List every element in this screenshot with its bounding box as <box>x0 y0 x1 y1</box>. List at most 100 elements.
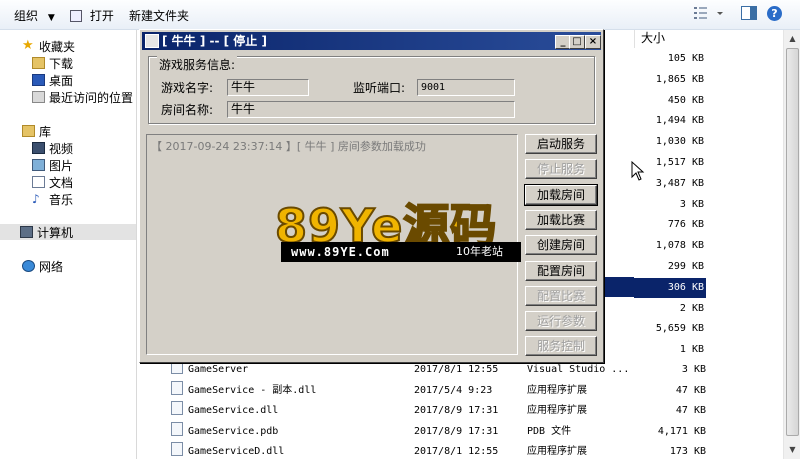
size-cell[interactable]: 3 KB <box>634 195 706 215</box>
organize-button[interactable]: 组织 ▼ <box>14 7 55 24</box>
file-row[interactable]: GameService.dll 2017/8/9 17:31 应用程序扩展 47 KB <box>167 401 707 421</box>
open-label: 打开 <box>89 9 114 23</box>
configure-room-button[interactable]: 配置房间 <box>525 260 597 281</box>
nav-desktop-label: 桌面 <box>49 73 74 88</box>
file-type: PDB 文件 <box>527 425 572 437</box>
file-icon <box>171 421 183 436</box>
documents-icon <box>32 176 45 188</box>
scroll-thumb[interactable] <box>786 48 799 436</box>
nav-computer[interactable]: 计算机 <box>0 224 136 240</box>
open-button[interactable]: 打开 <box>70 7 114 24</box>
configure-match-button[interactable]: 配置比赛 <box>525 285 597 306</box>
size-cell-selected[interactable]: 306 KB <box>634 277 706 298</box>
watermark-url: www.89YE.Com <box>291 245 390 259</box>
file-size: 3 KB <box>681 364 706 375</box>
file-date: 2017/8/1 12:55 <box>414 364 499 375</box>
dialog-titlebar[interactable]: [ 牛牛 ] -- [ 停止 ] _ □ × <box>142 32 601 50</box>
runtime-params-button[interactable]: 运行参数 <box>525 311 597 332</box>
file-date: 2017/8/1 12:55 <box>414 446 499 457</box>
watermark-tagline: 10年老站 <box>456 245 503 258</box>
size-cell[interactable]: 450 KB <box>634 91 706 111</box>
nav-libraries-label: 库 <box>39 124 52 139</box>
start-service-button[interactable]: 启动服务 <box>525 134 597 154</box>
nav-libraries[interactable]: 库 <box>22 123 51 139</box>
close-button[interactable]: × <box>585 35 601 49</box>
new-folder-button[interactable]: 新建文件夹 <box>129 7 189 24</box>
watermark-logo: 89Ye源码 www.89YE.Com 10年老站 <box>274 190 525 266</box>
scroll-up-icon[interactable]: ▲ <box>785 31 800 46</box>
size-cell[interactable]: 1,865 KB <box>634 70 706 90</box>
port-label: 监听端口: <box>353 81 406 95</box>
nav-favorites-label: 收藏夹 <box>39 39 76 54</box>
file-name: GameService.pdb <box>188 425 279 437</box>
size-cell[interactable]: 1,030 KB <box>634 132 706 152</box>
size-cell[interactable]: 5,659 KB <box>634 319 706 339</box>
load-room-button[interactable]: 加载房间 <box>524 183 598 206</box>
file-type: 应用程序扩展 <box>527 384 587 396</box>
column-header-size[interactable]: 大小 <box>634 30 784 48</box>
chevron-down-icon: ▼ <box>47 13 55 23</box>
nav-pictures-label: 图片 <box>49 158 74 173</box>
nav-pictures[interactable]: 图片 <box>32 157 73 173</box>
nav-downloads-label: 下载 <box>49 56 74 71</box>
vertical-scrollbar[interactable]: ▲ ▼ <box>783 30 800 459</box>
create-room-button[interactable]: 创建房间 <box>525 235 597 256</box>
nav-music[interactable]: ♪ 音乐 <box>32 191 73 207</box>
file-icon <box>171 442 183 456</box>
service-control-button[interactable]: 服务控制 <box>525 336 597 357</box>
nav-favorites[interactable]: ★ 收藏夹 <box>22 38 75 54</box>
file-row[interactable]: GameServiceD.dll 2017/8/1 12:55 应用程序扩展 173 … <box>167 442 707 459</box>
nav-music-label: 音乐 <box>49 192 74 207</box>
nav-network[interactable]: 网络 <box>22 258 63 274</box>
preview-pane-icon[interactable] <box>741 6 759 22</box>
group-title: 游戏服务信息: <box>157 56 238 73</box>
size-cell[interactable]: 1,494 KB <box>634 111 706 131</box>
view-options-icon[interactable] <box>693 6 711 22</box>
nav-downloads[interactable]: 下载 <box>32 55 73 71</box>
size-cell[interactable]: 105 KB <box>634 49 706 69</box>
nav-documents[interactable]: 文档 <box>32 174 73 190</box>
maximize-button[interactable]: □ <box>569 35 585 49</box>
file-icon <box>171 401 183 415</box>
size-cell[interactable]: 2 KB <box>634 299 706 319</box>
video-icon <box>32 142 45 154</box>
file-name: GameService - 副本.dll <box>188 384 317 396</box>
nav-recent[interactable]: 最近访问的位置 <box>32 89 133 105</box>
size-cell[interactable]: 776 KB <box>634 215 706 235</box>
scroll-down-icon[interactable]: ▼ <box>785 442 800 457</box>
file-date: 2017/8/9 17:31 <box>414 405 499 416</box>
file-name: GameServer <box>188 364 249 375</box>
view-dropdown-icon[interactable] <box>715 6 733 22</box>
service-info-group: 游戏服务信息: 游戏名字: 牛牛 监听端口: 9001 房间名称: 牛牛 <box>148 56 595 124</box>
size-cell[interactable]: 1 KB <box>634 340 706 360</box>
mouse-cursor-icon <box>631 161 645 181</box>
file-date: 2017/8/9 17:31 <box>414 425 499 437</box>
size-cell[interactable]: 299 KB <box>634 257 706 277</box>
size-cell[interactable]: 1,078 KB <box>634 236 706 256</box>
game-name-label: 游戏名字: <box>161 81 214 95</box>
help-glyph: ? <box>767 6 782 21</box>
computer-icon <box>20 226 33 238</box>
file-name: GameServiceD.dll <box>188 446 285 457</box>
file-row[interactable]: GameService.pdb 2017/8/9 17:31 PDB 文件 4,171… <box>167 421 707 442</box>
room-name-label: 房间名称: <box>161 103 214 117</box>
nav-recent-label: 最近访问的位置 <box>49 90 134 105</box>
help-icon[interactable]: ? <box>767 6 785 22</box>
pictures-icon <box>32 159 45 171</box>
nav-videos[interactable]: 视频 <box>32 140 73 156</box>
desktop-icon <box>32 74 45 86</box>
game-name-field[interactable]: 牛牛 <box>227 79 309 96</box>
load-match-button[interactable]: 加载比赛 <box>525 209 597 230</box>
stop-service-button[interactable]: 停止服务 <box>525 159 597 180</box>
file-type: Visual Studio ... <box>527 364 630 375</box>
dialog-title: [ 牛牛 ] -- [ 停止 ] <box>162 34 267 48</box>
room-name-field[interactable]: 牛牛 <box>227 101 515 118</box>
nav-desktop[interactable]: 桌面 <box>32 72 73 88</box>
app-icon <box>145 34 159 48</box>
port-field[interactable]: 9001 <box>417 79 515 96</box>
star-icon: ★ <box>22 38 34 53</box>
file-size: 47 KB <box>675 405 706 416</box>
recent-places-icon <box>32 91 45 103</box>
file-row[interactable]: GameService - 副本.dll 2017/5/4 9:23 应用程序扩展 4… <box>167 380 707 401</box>
file-row[interactable]: GameServer 2017/8/1 12:55 Visual Studio ..… <box>167 360 707 380</box>
